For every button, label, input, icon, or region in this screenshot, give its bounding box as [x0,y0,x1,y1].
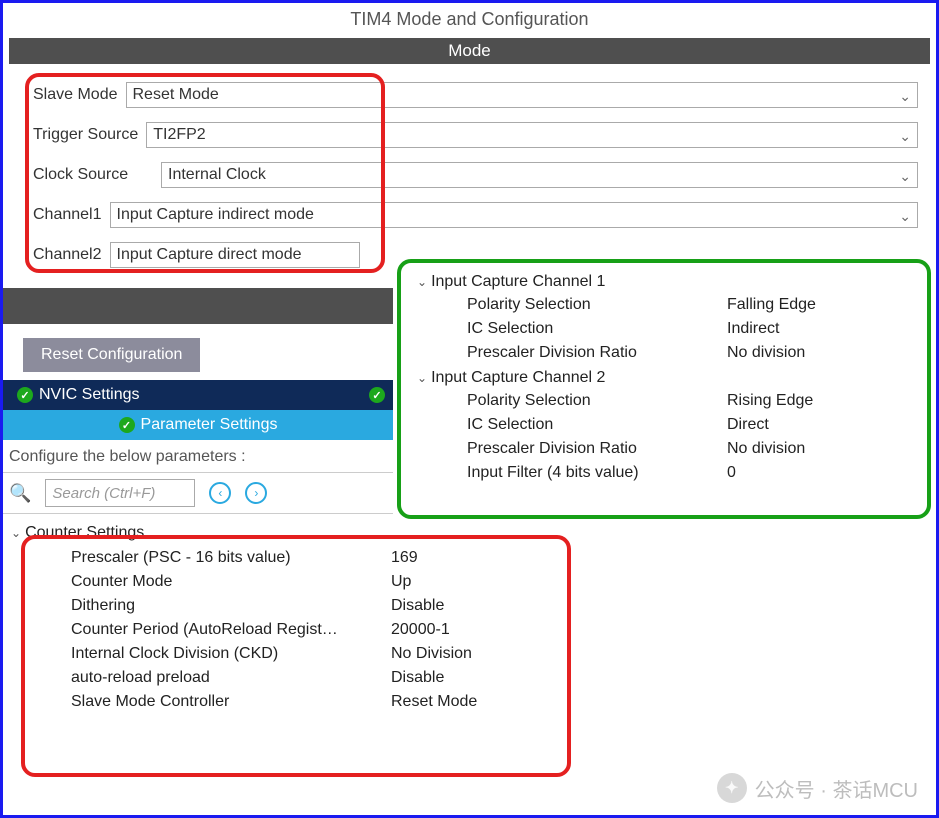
search-placeholder: Search (Ctrl+F) [52,485,155,502]
counter-settings-header[interactable]: ⌄ Counter Settings [11,524,555,542]
search-icon: 🔍 [9,483,31,504]
search-row: 🔍 Search (Ctrl+F) ‹ › [3,473,393,514]
settings-tabs: ✓ NVIC Settings ✓ ✓ Parameter Settings [3,380,393,440]
config-header-bar [3,288,393,324]
check-icon: ✓ [17,387,33,403]
param-row: Prescaler Division RatioNo division [417,341,913,365]
trigger-source-select[interactable]: TI2FP2 ⌄ [146,122,918,148]
tab-parameter-settings[interactable]: ✓ Parameter Settings [3,410,393,440]
slave-mode-select[interactable]: Reset Mode ⌄ [126,82,919,108]
channel2-value: Input Capture direct mode [117,246,302,264]
chevron-down-icon: ⌄ [899,88,911,105]
chevron-down-icon: ⌄ [899,208,911,225]
param-row: Internal Clock Division (CKD)No Division [11,642,555,666]
search-input[interactable]: Search (Ctrl+F) [45,479,195,507]
mode-header-bar: Mode [9,38,930,64]
slave-mode-label: Slave Mode [33,86,118,104]
ic-ch2-title: Input Capture Channel 2 [431,369,605,387]
ic-ch1-title: Input Capture Channel 1 [431,273,605,291]
chevron-down-icon: ⌄ [417,371,427,385]
param-row: Input Filter (4 bits value)0 [417,461,913,485]
page-title: TIM4 Mode and Configuration [3,3,936,36]
check-icon: ✓ [119,417,135,433]
param-row: Counter ModeUp [11,570,555,594]
channel1-value: Input Capture indirect mode [117,206,314,224]
slave-mode-value: Reset Mode [133,86,219,104]
param-row: Polarity SelectionRising Edge [417,389,913,413]
input-capture-panel: ⌄ Input Capture Channel 1 Polarity Selec… [405,263,925,493]
mode-panel: Slave Mode Reset Mode ⌄ Trigger Source T… [3,72,936,284]
ic-channel1-header[interactable]: ⌄ Input Capture Channel 1 [417,273,913,291]
trigger-source-label: Trigger Source [33,126,138,144]
chevron-down-icon: ⌄ [899,128,911,145]
clock-source-select[interactable]: Internal Clock ⌄ [161,162,918,188]
watermark-text: 公众号 · 茶话MCU [755,774,918,803]
next-match-button[interactable]: › [245,482,267,504]
param-row: IC SelectionIndirect [417,317,913,341]
param-row: Counter Period (AutoReload Regist…20000-… [11,618,555,642]
check-icon: ✓ [369,387,385,403]
reset-configuration-button[interactable]: Reset Configuration [23,338,200,372]
param-row: IC SelectionDirect [417,413,913,437]
channel2-select[interactable]: Input Capture direct mode [110,242,360,268]
watermark: ✦ 公众号 · 茶话MCU [717,773,918,803]
param-row: Prescaler (PSC - 16 bits value)169 [11,546,555,570]
tab-nvic-settings[interactable]: ✓ NVIC Settings [3,386,153,404]
wechat-icon: ✦ [717,773,747,803]
chevron-down-icon: ⌄ [899,168,911,185]
param-row: DitheringDisable [11,594,555,618]
counter-settings-section: ⌄ Counter Settings Prescaler (PSC - 16 b… [3,514,563,718]
param-row: auto-reload preloadDisable [11,666,555,690]
counter-settings-title: Counter Settings [25,524,144,542]
clock-source-value: Internal Clock [168,166,266,184]
param-row: Polarity SelectionFalling Edge [417,293,913,317]
param-row: Slave Mode ControllerReset Mode [11,690,555,714]
channel2-label: Channel2 [33,246,102,264]
chevron-down-icon: ⌄ [11,526,21,540]
param-row: Prescaler Division RatioNo division [417,437,913,461]
tab-nvic-label: NVIC Settings [39,386,139,404]
channel1-label: Channel1 [33,206,102,224]
trigger-source-value: TI2FP2 [153,126,205,144]
prev-match-button[interactable]: ‹ [209,482,231,504]
chevron-down-icon: ⌄ [417,275,427,289]
configure-text: Configure the below parameters : [3,440,393,473]
tab-param-label: Parameter Settings [141,416,278,434]
channel1-select[interactable]: Input Capture indirect mode ⌄ [110,202,919,228]
clock-source-label: Clock Source [33,166,153,184]
ic-channel2-header[interactable]: ⌄ Input Capture Channel 2 [417,369,913,387]
